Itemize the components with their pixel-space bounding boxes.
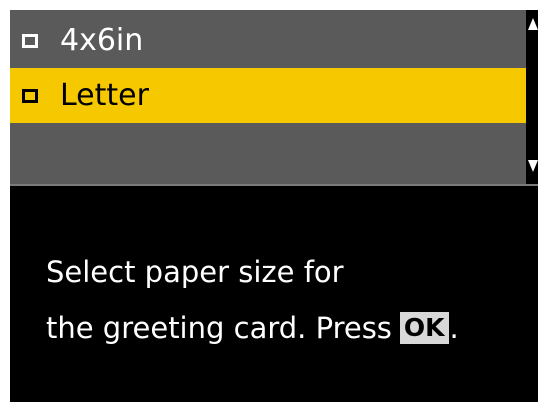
bullet-icon [22, 33, 38, 48]
ok-button-icon: OK [399, 312, 449, 344]
list-item-letter[interactable]: Letter [10, 68, 526, 123]
message-line-1: Select paper size for [46, 255, 344, 289]
lcd-screen: 4x6in Letter Select paper size for the g… [10, 10, 538, 402]
paper-size-list: 4x6in Letter [10, 10, 526, 184]
instruction-message: Select paper size for the greeting card.… [46, 244, 526, 356]
list-item-4x6in[interactable]: 4x6in [10, 13, 526, 68]
list-item-label: 4x6in [60, 22, 144, 58]
message-line-2: the greeting card. Press OK. [46, 300, 526, 356]
bullet-icon [22, 88, 38, 103]
message-line-2-text: the greeting card. Press [46, 311, 392, 345]
scroll-down-icon [528, 160, 538, 172]
message-end: . [449, 311, 459, 345]
divider [10, 184, 538, 186]
scroll-up-icon [528, 18, 538, 30]
list-item-label: Letter [60, 77, 149, 113]
scrollbar[interactable] [526, 10, 538, 184]
